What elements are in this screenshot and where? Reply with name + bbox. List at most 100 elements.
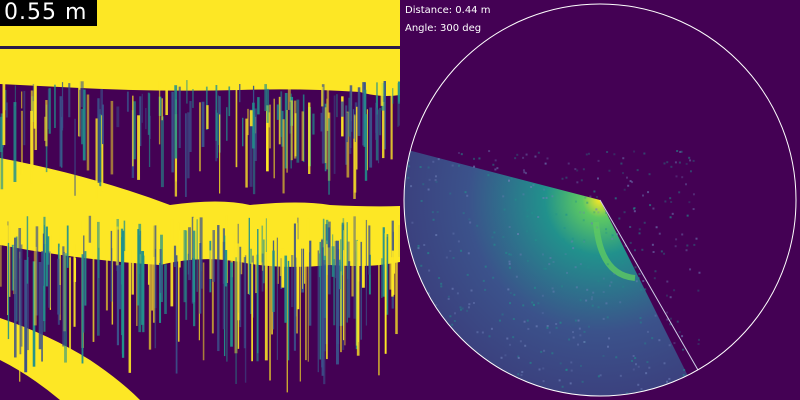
speckle: [674, 161, 677, 164]
speckle: [451, 323, 454, 326]
speckle: [640, 387, 643, 390]
echo-streak: [356, 240, 360, 356]
echo-streak: [20, 244, 23, 347]
speckle: [422, 183, 425, 186]
echo-streak: [269, 259, 271, 381]
speckle: [504, 354, 507, 357]
speckle: [572, 247, 575, 250]
speckle: [459, 308, 462, 311]
speckle: [574, 319, 577, 322]
echo-streak: [175, 255, 178, 374]
speckle: [434, 175, 437, 178]
speckle: [522, 304, 525, 307]
echo-streak: [99, 114, 102, 187]
speckle: [466, 273, 469, 276]
speckle: [572, 331, 575, 334]
speckle: [635, 280, 638, 283]
speckle: [606, 316, 609, 319]
speckle: [533, 286, 536, 289]
echo-streak: [92, 240, 95, 342]
speckle: [508, 266, 511, 269]
speckle: [578, 327, 581, 330]
echo-streak: [202, 262, 205, 361]
speckle: [493, 243, 496, 246]
echo-streak: [47, 88, 50, 130]
speckle: [500, 356, 503, 359]
speckle: [606, 151, 609, 154]
speckle: [551, 287, 554, 290]
speckle: [524, 172, 527, 175]
echo-streak: [332, 234, 334, 277]
speckle: [574, 168, 577, 171]
echo-streak: [279, 250, 282, 277]
echo-streak: [185, 230, 188, 320]
echo-streak: [48, 251, 51, 308]
echo-streak: [21, 91, 23, 109]
echo-streak: [257, 97, 260, 115]
speckle: [440, 282, 443, 285]
speckle: [488, 150, 491, 153]
speckle: [611, 237, 614, 240]
speckle: [543, 188, 546, 191]
speckle: [507, 288, 510, 291]
speckle: [476, 224, 479, 227]
speckle: [470, 289, 473, 292]
speckle: [692, 208, 695, 211]
echo-streak: [293, 223, 296, 351]
speckle: [512, 336, 515, 339]
speckle: [478, 157, 481, 160]
speckle: [542, 196, 545, 199]
speckle: [583, 240, 586, 243]
echo-streak: [296, 99, 300, 163]
speckle: [514, 157, 517, 160]
speckle: [655, 226, 658, 229]
speckle: [519, 253, 522, 256]
echo-streak: [384, 233, 387, 354]
speckle: [610, 281, 613, 284]
echo-streak: [308, 102, 311, 175]
speckle: [615, 356, 618, 359]
speckle: [449, 315, 452, 318]
surface-line: [0, 46, 400, 49]
echo-streak: [193, 230, 196, 327]
echo-streak: [239, 84, 241, 103]
speckle: [579, 364, 582, 367]
echo-streak: [173, 245, 177, 268]
echo-streak: [308, 240, 312, 326]
speckle: [685, 249, 688, 252]
echo-streak: [64, 253, 67, 363]
echo-streak: [184, 113, 187, 197]
speckle: [692, 193, 695, 196]
speckle: [647, 191, 650, 194]
speckle: [517, 373, 520, 376]
echo-streak: [228, 86, 231, 117]
echo-streak: [128, 249, 132, 373]
speckle: [666, 311, 669, 314]
speckle: [637, 383, 640, 386]
echo-streak: [81, 254, 84, 364]
speckle: [468, 303, 471, 306]
speckle: [668, 377, 671, 380]
speckle: [481, 331, 484, 334]
echo-streak: [255, 257, 257, 294]
echo-streak: [368, 225, 371, 275]
speckle: [501, 313, 504, 316]
echo-streak: [149, 115, 151, 140]
speckle: [428, 269, 431, 272]
echo-streak: [322, 218, 325, 263]
speckle: [548, 331, 551, 334]
speckle: [689, 268, 692, 271]
speckle: [527, 327, 530, 330]
speckle: [658, 339, 661, 342]
speckle: [666, 380, 669, 383]
echo-streak: [247, 108, 249, 136]
echo-streak: [66, 225, 69, 268]
speckle: [669, 317, 672, 320]
speckle: [660, 250, 663, 253]
speckle: [506, 337, 509, 340]
echo-streak: [242, 117, 244, 147]
speckle: [577, 319, 580, 322]
speckle: [641, 248, 644, 251]
speckle: [681, 335, 684, 338]
speckle: [670, 201, 673, 204]
